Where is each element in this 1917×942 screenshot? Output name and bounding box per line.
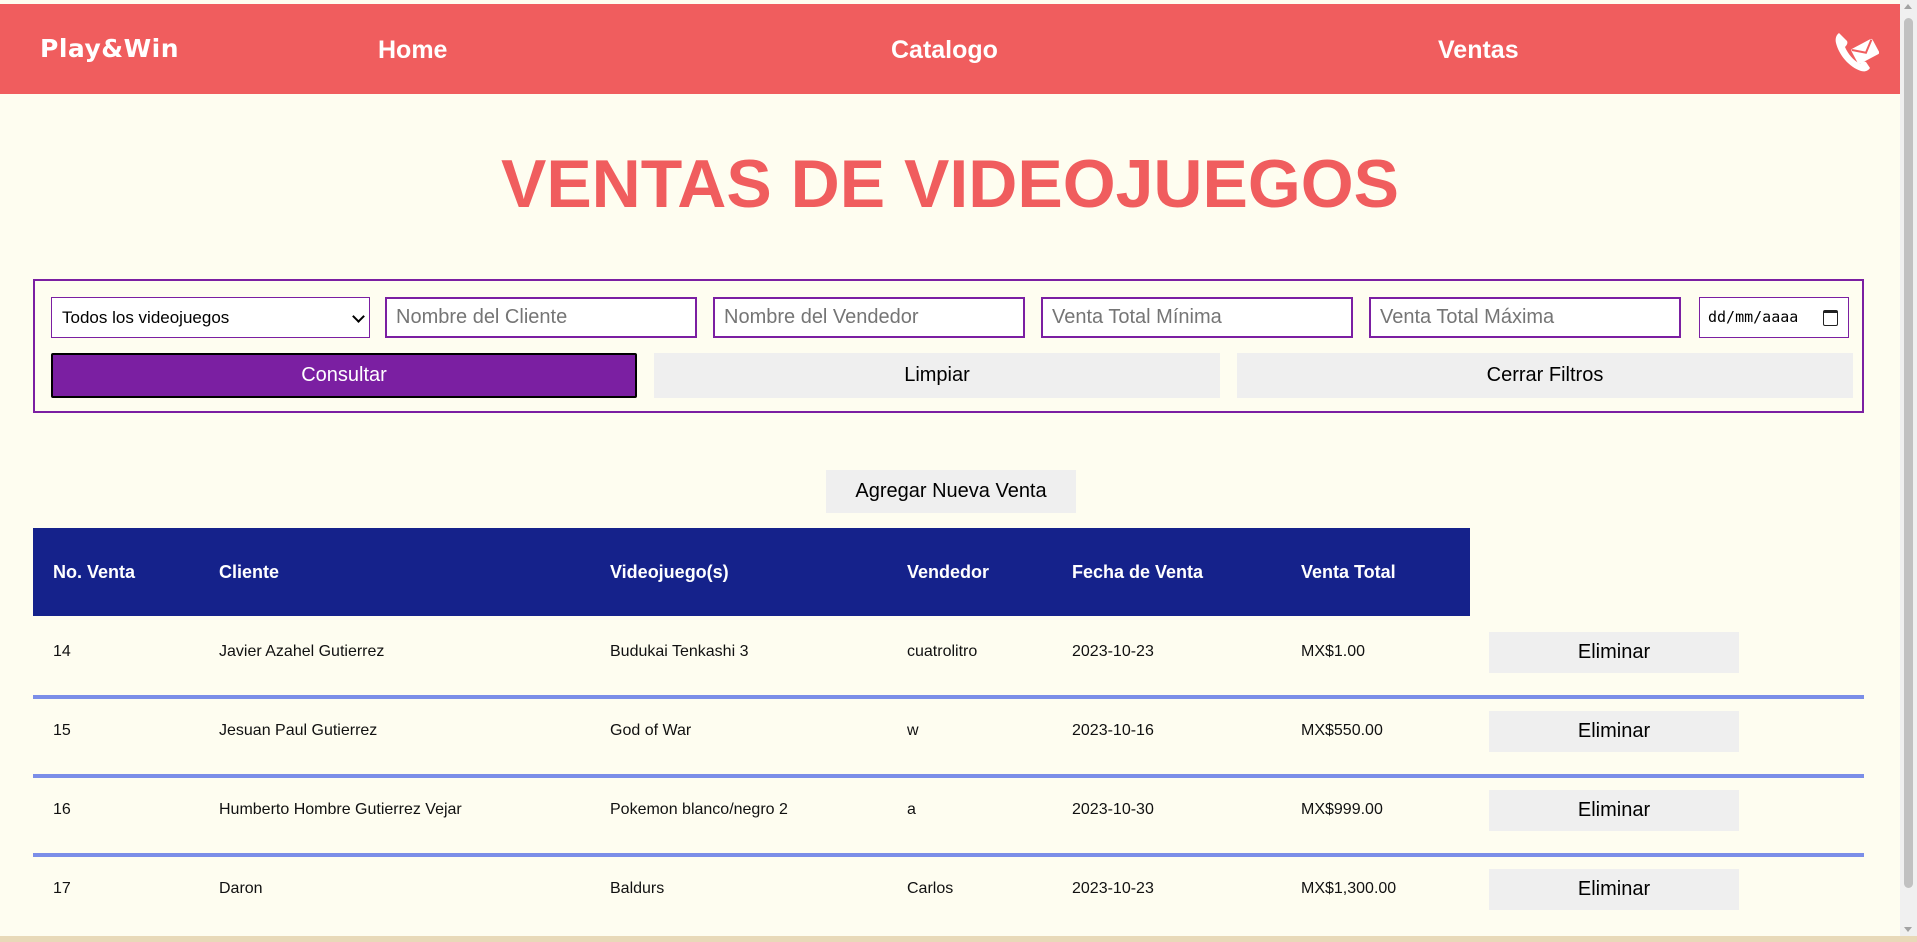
table-row: 15 Jesuan Paul Gutierrez God of War w 20…: [33, 695, 1864, 778]
cell-cliente: Humberto Hombre Gutierrez Vejar: [219, 801, 462, 818]
cell-total: MX$550.00: [1301, 722, 1383, 739]
header-venta-total: Venta Total: [1301, 562, 1396, 582]
date-input-value: dd/mm/aaaa: [1708, 308, 1799, 326]
nav-link-home[interactable]: Home: [378, 36, 447, 65]
videogame-select[interactable]: Todos los videojuegos: [51, 297, 370, 338]
navbar: Play&Win Home Catalogo Ventas: [0, 4, 1900, 94]
cell-videojuego: God of War: [610, 722, 692, 739]
header-no-venta: No. Venta: [53, 562, 136, 582]
logo[interactable]: Play&Win: [40, 34, 179, 63]
cell-no-venta: 15: [53, 722, 71, 739]
cell-vendedor: a: [907, 801, 916, 818]
nav-link-catalogo[interactable]: Catalogo: [891, 36, 998, 65]
scrollbar-thumb[interactable]: [1904, 18, 1913, 888]
seller-name-input[interactable]: Nombre del Vendedor: [713, 297, 1025, 338]
close-filters-button[interactable]: Cerrar Filtros: [1237, 353, 1853, 398]
header-videojuegos: Videojuego(s): [610, 562, 729, 582]
filters-panel: Todos los videojuegos Nombre del Cliente…: [33, 279, 1864, 413]
cell-fecha: 2023-10-16: [1072, 722, 1154, 739]
client-name-input[interactable]: Nombre del Cliente: [385, 297, 697, 338]
header-fecha: Fecha de Venta: [1072, 562, 1204, 582]
vertical-scrollbar[interactable]: [1900, 0, 1917, 936]
delete-button[interactable]: Eliminar: [1489, 711, 1739, 752]
cell-videojuego: Pokemon blanco/negro 2: [610, 801, 788, 818]
sales-table-header: No. Venta Cliente Videojuego(s) Vendedor…: [33, 528, 1470, 616]
delete-button[interactable]: Eliminar: [1489, 790, 1739, 831]
nav-link-ventas[interactable]: Ventas: [1438, 36, 1519, 65]
header-vendedor: Vendedor: [907, 562, 990, 582]
cell-vendedor: cuatrolitro: [907, 643, 978, 660]
window-bottom-edge: [0, 936, 1917, 942]
cell-no-venta: 14: [53, 643, 71, 660]
max-total-input[interactable]: Venta Total Máxima: [1369, 297, 1681, 338]
header-cliente: Cliente: [219, 562, 280, 582]
clear-button[interactable]: Limpiar: [654, 353, 1220, 398]
add-sale-button[interactable]: Agregar Nueva Venta: [826, 470, 1076, 513]
delete-button[interactable]: Eliminar: [1489, 869, 1739, 910]
delete-button[interactable]: Eliminar: [1489, 632, 1739, 673]
cell-fecha: 2023-10-23: [1072, 880, 1154, 897]
cell-total: MX$1,300.00: [1301, 880, 1397, 897]
cell-no-venta: 16: [53, 801, 71, 818]
consult-button[interactable]: Consultar: [51, 353, 637, 398]
cell-videojuego: Baldurs: [610, 880, 665, 897]
chevron-down-icon: [352, 310, 365, 323]
cell-cliente: Daron: [219, 880, 263, 897]
cell-vendedor: Carlos: [907, 880, 954, 897]
date-input[interactable]: dd/mm/aaaa: [1699, 297, 1849, 338]
videogame-select-value: Todos los videojuegos: [62, 308, 230, 327]
cell-cliente: Jesuan Paul Gutierrez: [219, 722, 378, 739]
cell-total: MX$999.00: [1301, 801, 1383, 818]
table-row: 16 Humberto Hombre Gutierrez Vejar Pokem…: [33, 774, 1864, 857]
cell-videojuego: Budukai Tenkashi 3: [610, 643, 749, 660]
calendar-icon[interactable]: [1823, 310, 1838, 326]
cell-fecha: 2023-10-30: [1072, 801, 1154, 818]
table-row: 14 Javier Azahel Gutierrez Budukai Tenka…: [33, 616, 1864, 699]
cell-vendedor: w: [907, 722, 919, 739]
cell-cliente: Javier Azahel Gutierrez: [219, 643, 385, 660]
min-total-input[interactable]: Venta Total Mínima: [1041, 297, 1353, 338]
browser-viewport: Play&Win Home Catalogo Ventas VENTAS DE …: [0, 0, 1900, 936]
page-title: VENTAS DE VIDEOJUEGOS: [500, 146, 1400, 222]
contact-icon[interactable]: [1833, 29, 1879, 75]
cell-no-venta: 17: [53, 880, 71, 897]
table-row: 17 Daron Baldurs Carlos 2023-10-23 MX$1,…: [33, 853, 1864, 932]
scroll-up-icon[interactable]: [1904, 4, 1912, 9]
cell-fecha: 2023-10-23: [1072, 643, 1154, 660]
cell-total: MX$1.00: [1301, 643, 1366, 660]
scroll-down-icon[interactable]: [1904, 927, 1912, 932]
